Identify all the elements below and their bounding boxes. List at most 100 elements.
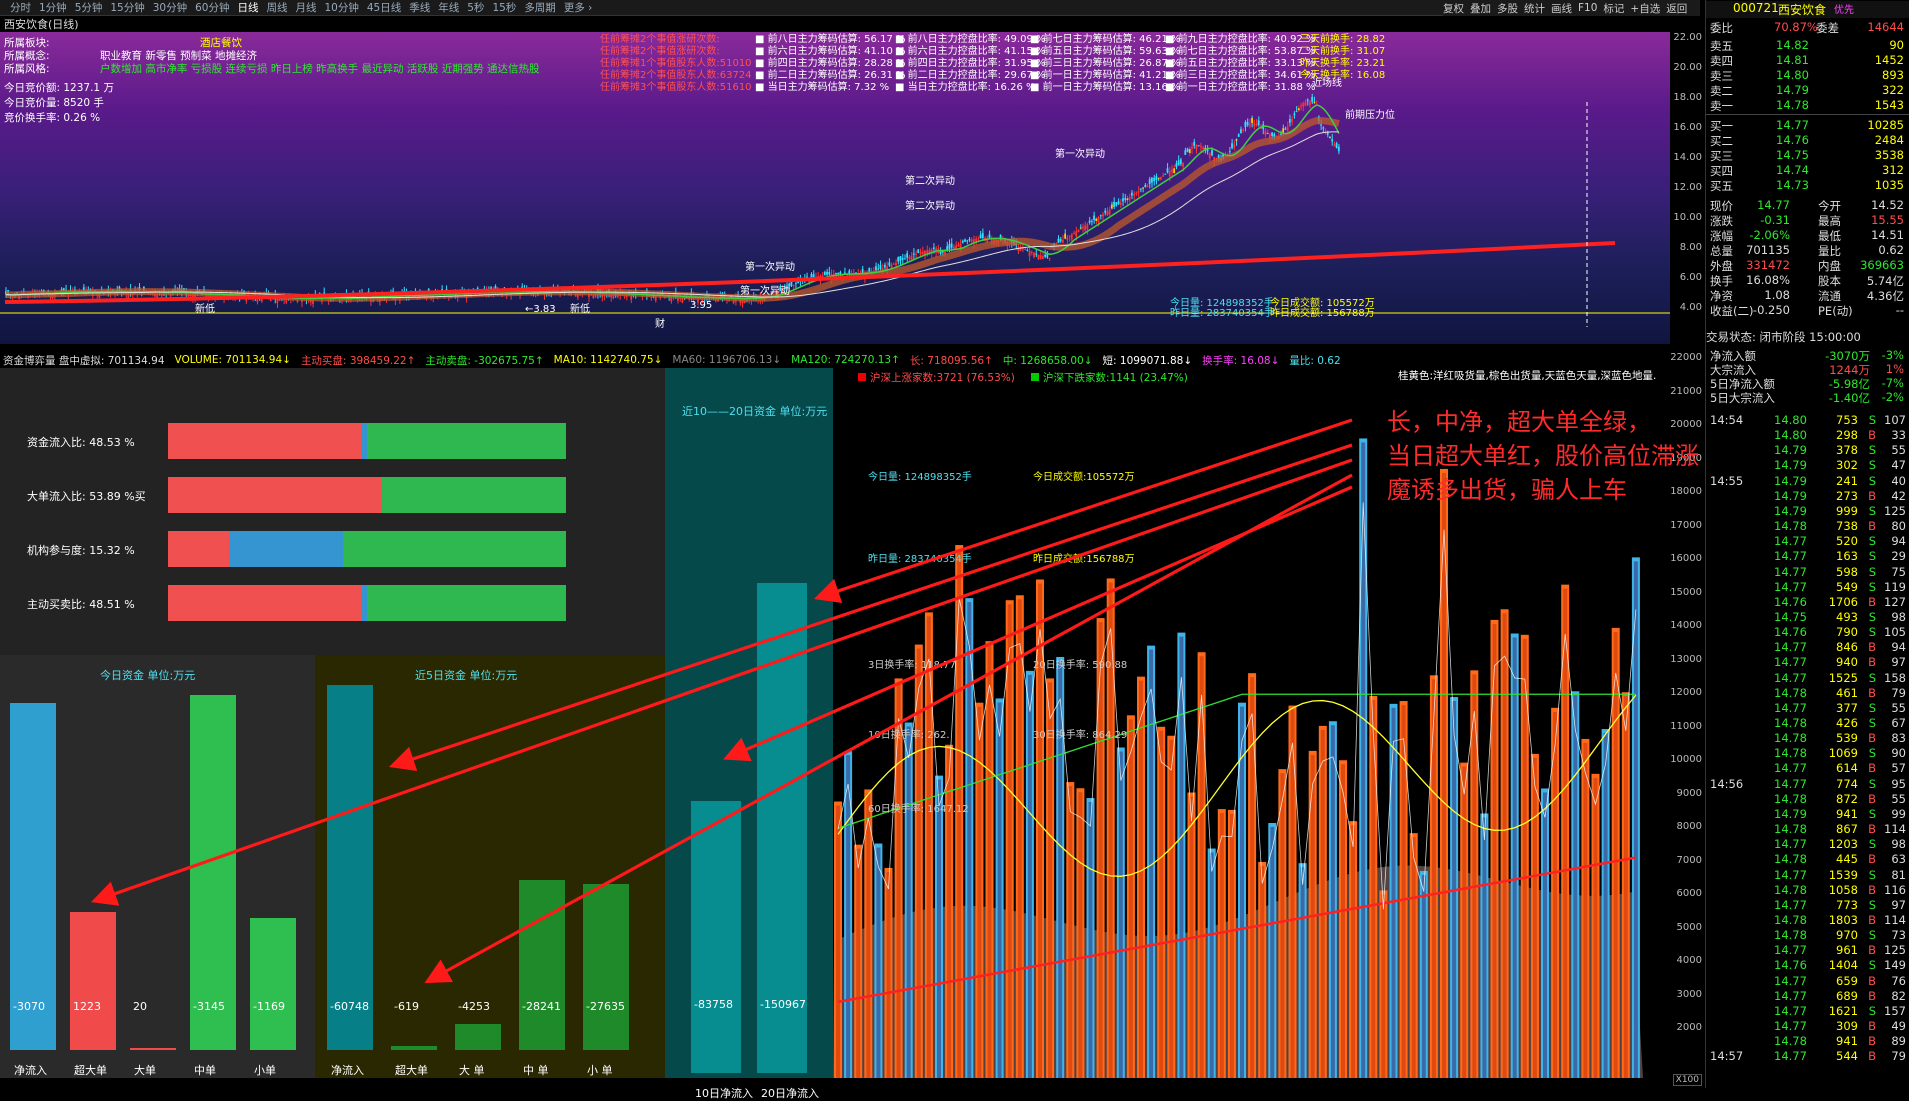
tool-button-2[interactable]: 多股 bbox=[1497, 1, 1518, 16]
period-tab-12[interactable]: 年线 bbox=[438, 0, 459, 15]
stat-value: 1.08 bbox=[1764, 288, 1790, 302]
volume-bar-inner bbox=[836, 805, 840, 1078]
tick-row[interactable]: 14.78 426 S 67 bbox=[1706, 716, 1909, 731]
period-tab-16[interactable]: 更多 › bbox=[564, 0, 593, 15]
period-tab-15[interactable]: 多周期 bbox=[524, 0, 556, 15]
period-tab-2[interactable]: 5分钟 bbox=[75, 0, 103, 15]
kline-candle bbox=[948, 244, 951, 249]
vol-label-6: 10日换手率: 262. bbox=[868, 730, 950, 741]
tick-row[interactable]: 14.79 273 B 42 bbox=[1706, 489, 1909, 504]
kline-chart-panel[interactable]: 所属板块: 酒店餐饮 所属概念: 职业教育 新零售 预制菜 地摊经济 所属风格: 户数… bbox=[0, 32, 1670, 344]
period-tab-13[interactable]: 5秒 bbox=[467, 0, 484, 15]
kline-candle bbox=[961, 240, 964, 243]
tick-row[interactable]: 14.77 659 B 76 bbox=[1706, 974, 1909, 989]
tick-row[interactable]: 14.78 539 B 83 bbox=[1706, 731, 1909, 746]
tick-row[interactable]: 14.77 520 S 94 bbox=[1706, 534, 1909, 549]
tick-row[interactable]: 14.77 1525 S 158 bbox=[1706, 671, 1909, 686]
tick-row[interactable]: 14.78 738 B 80 bbox=[1706, 519, 1909, 534]
kline-candle bbox=[939, 251, 942, 254]
tick-row[interactable]: 14.77 689 B 82 bbox=[1706, 989, 1909, 1004]
tick-row[interactable]: 14.80 298 B 33 bbox=[1706, 428, 1909, 443]
period-tab-3[interactable]: 15分钟 bbox=[110, 0, 144, 15]
tool-button-1[interactable]: 叠加 bbox=[1470, 1, 1491, 16]
period-tab-6[interactable]: 日线 bbox=[238, 0, 259, 15]
tick-volume: 1539 bbox=[1828, 867, 1858, 882]
period-tab-10[interactable]: 45日线 bbox=[367, 0, 401, 15]
bid-volume: 2484 bbox=[1874, 133, 1904, 147]
tick-row[interactable]: 14.77 309 B 49 bbox=[1706, 1019, 1909, 1034]
tick-row[interactable]: 14.77 846 B 94 bbox=[1706, 640, 1909, 655]
period-tab-5[interactable]: 60分钟 bbox=[195, 0, 229, 15]
tool-button-0[interactable]: 复权 bbox=[1443, 1, 1464, 16]
tick-row[interactable]: 14.77 598 S 75 bbox=[1706, 565, 1909, 580]
period-tab-8[interactable]: 月线 bbox=[296, 0, 317, 15]
period-tab-14[interactable]: 15秒 bbox=[492, 0, 516, 15]
period-tab-11[interactable]: 季线 bbox=[409, 0, 430, 15]
tick-row[interactable]: 14.76 1404 S 149 bbox=[1706, 958, 1909, 973]
kline-candle bbox=[1173, 168, 1176, 174]
ratio-green-0 bbox=[367, 423, 566, 459]
tick-row[interactable]: 14.78 1058 B 116 bbox=[1706, 883, 1909, 898]
tick-row[interactable]: 14.76 1706 B 127 bbox=[1706, 595, 1909, 610]
tool-button-3[interactable]: 统计 bbox=[1524, 1, 1545, 16]
tick-row[interactable]: 14.78 867 B 114 bbox=[1706, 822, 1909, 837]
tick-side: S bbox=[1868, 549, 1876, 564]
tick-row[interactable]: 14.77 1539 S 81 bbox=[1706, 868, 1909, 883]
tick-volume: 846 bbox=[1836, 640, 1858, 655]
tool-button-8[interactable]: 返回 bbox=[1666, 1, 1687, 16]
tool-button-4[interactable]: 画线 bbox=[1551, 1, 1572, 16]
tick-row[interactable]: 14.77 773 S 97 bbox=[1706, 898, 1909, 913]
kcol4-item-4: ■ 前一日主力控盘比率: 31.88 % bbox=[1165, 82, 1316, 93]
volume-bar-inner bbox=[1330, 725, 1335, 1078]
tick-row[interactable]: 14:55 14.79 241 S 40 bbox=[1706, 474, 1909, 489]
tick-row[interactable]: 14.77 961 B 125 bbox=[1706, 943, 1909, 958]
tick-volume: 163 bbox=[1836, 549, 1858, 564]
tool-button-5[interactable]: F10 bbox=[1578, 2, 1597, 14]
tick-row[interactable]: 14.78 970 S 73 bbox=[1706, 928, 1909, 943]
tick-row[interactable]: 14.78 1803 B 114 bbox=[1706, 913, 1909, 928]
period-tab-7[interactable]: 周线 bbox=[267, 0, 288, 15]
tick-row[interactable]: 14.77 163 S 29 bbox=[1706, 549, 1909, 564]
tick-row[interactable]: 14.78 941 B 89 bbox=[1706, 1034, 1909, 1049]
tick-row[interactable]: 14.77 1203 S 98 bbox=[1706, 837, 1909, 852]
tool-button-7[interactable]: +自选 bbox=[1630, 1, 1660, 16]
period-tab-1[interactable]: 1分钟 bbox=[39, 0, 67, 15]
tick-row[interactable]: 14.78 872 B 55 bbox=[1706, 792, 1909, 807]
tick-price: 14.79 bbox=[1774, 473, 1807, 488]
tick-side: B bbox=[1868, 1019, 1876, 1033]
fund-value-2: -4253 bbox=[458, 1000, 490, 1013]
tick-row[interactable]: 14.77 377 S 55 bbox=[1706, 701, 1909, 716]
tick-row[interactable]: 14.77 940 B 97 bbox=[1706, 655, 1909, 670]
kline-candle bbox=[1177, 160, 1180, 166]
period-tab-4[interactable]: 30分钟 bbox=[153, 0, 187, 15]
tick-price: 14.76 bbox=[1774, 958, 1807, 973]
ratio-bar-1 bbox=[168, 477, 566, 513]
tick-row[interactable]: 14:56 14.77 774 S 95 bbox=[1706, 777, 1909, 792]
volume-bar-inner bbox=[947, 748, 952, 1078]
kline-price-axis: 22.00 20.00 18.00 16.00 14.00 12.00 10.00 8.00 6… bbox=[1670, 32, 1705, 344]
tick-row[interactable]: 14.75 493 S 98 bbox=[1706, 610, 1909, 625]
kline-candle bbox=[1179, 159, 1182, 165]
tool-button-6[interactable]: 标记 bbox=[1603, 1, 1624, 16]
stat-key2: 量比 bbox=[1818, 244, 1841, 258]
tick-row[interactable]: 14.79 999 S 125 bbox=[1706, 504, 1909, 519]
tick-row[interactable]: 14.78 461 B 79 bbox=[1706, 686, 1909, 701]
tick-row[interactable]: 14.77 549 S 119 bbox=[1706, 580, 1909, 595]
tick-row[interactable]: 14.78 1069 S 90 bbox=[1706, 746, 1909, 761]
tick-row[interactable]: 14.77 614 B 57 bbox=[1706, 761, 1909, 776]
tick-price: 14.77 bbox=[1774, 943, 1807, 958]
kline-candle bbox=[1153, 178, 1156, 182]
tick-row[interactable]: 14:54 14.80 753 S 107 bbox=[1706, 413, 1909, 428]
kline-candle bbox=[1291, 119, 1293, 122]
period-tab-9[interactable]: 10分钟 bbox=[325, 0, 359, 15]
tick-row[interactable]: 14.79 302 S 47 bbox=[1706, 458, 1909, 473]
kline-candle bbox=[1235, 139, 1238, 141]
tick-row[interactable]: 14.78 445 B 63 bbox=[1706, 852, 1909, 867]
tick-row[interactable]: 14.77 1621 S 157 bbox=[1706, 1004, 1909, 1019]
tick-row[interactable]: 14.79 378 S 55 bbox=[1706, 443, 1909, 458]
period-tab-0[interactable]: 分时 bbox=[10, 0, 31, 15]
tick-side: B bbox=[1868, 488, 1876, 503]
tick-row[interactable]: 14.76 790 S 105 bbox=[1706, 625, 1909, 640]
tick-row[interactable]: 14:57 14.77 544 B 79 bbox=[1706, 1049, 1909, 1064]
tick-row[interactable]: 14.79 941 S 99 bbox=[1706, 807, 1909, 822]
